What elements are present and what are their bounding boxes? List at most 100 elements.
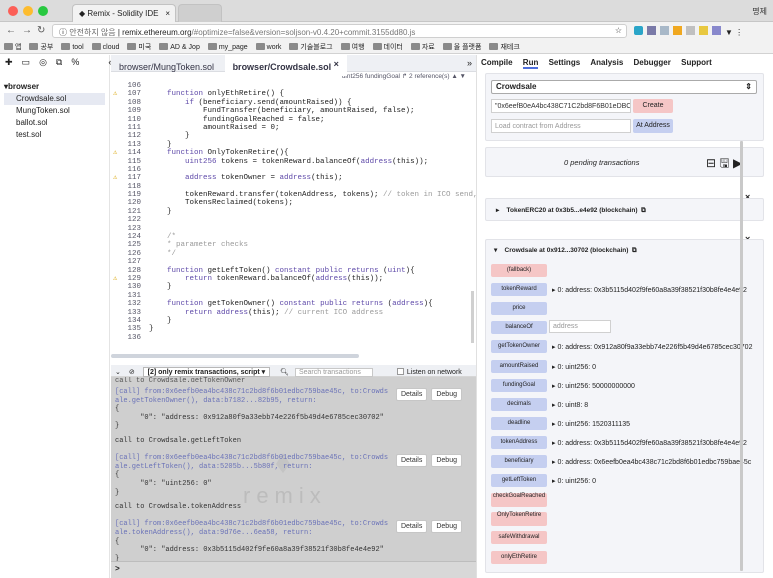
url-field[interactable]: ⓘ 안전하지 않음 | remix.ethereum.org/#optimize… — [52, 24, 627, 38]
debug-button[interactable]: Debug — [431, 388, 462, 401]
back-icon[interactable]: ← — [6, 25, 16, 36]
function-button-tokenreward[interactable]: tokenReward — [491, 283, 547, 297]
clear-console-icon[interactable]: ⊘ — [129, 369, 135, 376]
extension-icons[interactable]: ▼ ⋮ — [634, 26, 743, 37]
warning-icon[interactable]: ⚠ — [113, 149, 117, 157]
run-panel-scrollbar[interactable] — [740, 141, 743, 571]
constructor-args-input[interactable]: "0x6eefB0eA4bc438C71C2bd8F6B01eDBC7 — [491, 99, 631, 113]
function-button-checkgoalreached[interactable]: checkGoalReached — [491, 493, 547, 508]
new-tab-button[interactable] — [178, 4, 222, 22]
minimize-window-icon[interactable] — [23, 6, 33, 16]
bookmark-label: my_page — [218, 44, 248, 51]
code-text: } — [149, 207, 172, 216]
tab-crowdsale[interactable]: browser/Crowdsale.sol × — [224, 55, 347, 76]
reload-icon[interactable]: ↻ — [37, 25, 45, 36]
bookmark-item[interactable]: my_page — [207, 43, 248, 51]
file-item[interactable]: test.sol — [4, 129, 105, 141]
function-button-balanceof[interactable]: balanceOf — [491, 321, 547, 335]
open-folder-icon[interactable]: ▭ — [22, 57, 31, 67]
save-icon[interactable]: 🖫 — [719, 156, 729, 170]
code-area[interactable]: 106 ⚠ 107 function onlyEthRetire() {108 if… — [111, 82, 518, 342]
file-item[interactable]: MungToken.sol — [4, 105, 105, 117]
function-button-getlefttoken[interactable]: getLeftToken — [491, 474, 547, 488]
at-address-button[interactable]: At Address — [633, 119, 673, 133]
load-address-input[interactable]: Load contract from Address — [491, 119, 631, 133]
function-button-fundinggoal[interactable]: fundingGoal — [491, 378, 547, 392]
transaction-filter-select[interactable]: [2] only remix transactions, script ▾ — [142, 367, 271, 377]
copy-address-icon[interactable]: ⧉ — [641, 207, 646, 214]
debug-button[interactable]: Debug — [431, 520, 462, 534]
add-file-icon[interactable]: ✚ — [5, 57, 13, 67]
function-button-price[interactable]: price — [491, 302, 547, 316]
bookmark-item[interactable]: 공부 — [29, 42, 53, 52]
file-item[interactable]: ballot.sol — [4, 117, 105, 129]
github-icon[interactable]: ◎ — [39, 57, 47, 67]
search-transactions-input[interactable]: Search transactions — [294, 368, 373, 377]
bookmark-star-icon[interactable]: ☆ — [615, 26, 622, 35]
function-button-safewithdrawal[interactable]: safeWithdrawal — [491, 531, 547, 545]
bookmarks-bar: 앱 공부 tool cloud 미국 AD & Jop my_page work 기술블로그 여행… — [0, 40, 773, 54]
tab-settings[interactable]: Settings — [549, 58, 581, 67]
bookmark-item[interactable]: 재테크 — [489, 42, 520, 52]
function-button-onlyethretire[interactable]: onlyEthRetire — [491, 550, 547, 564]
function-button-deadline[interactable]: deadline — [491, 416, 547, 430]
close-window-icon[interactable] — [8, 6, 18, 16]
bookmark-item[interactable]: tool — [61, 43, 84, 51]
vertical-scrollbar[interactable] — [471, 291, 474, 343]
profile-name[interactable]: 명제 — [752, 6, 767, 17]
tab-support[interactable]: Support — [681, 58, 712, 67]
bookmark-item[interactable]: 올 플랫폼 — [442, 42, 481, 52]
function-button-amountraised[interactable]: amountRaised — [491, 359, 547, 373]
bookmark-item[interactable]: 기술블로그 — [289, 42, 333, 52]
bookmark-item[interactable]: 미국 — [127, 42, 151, 52]
function-button-gettokenowner[interactable]: getTokenOwner — [491, 340, 547, 354]
forward-icon[interactable]: → — [22, 25, 32, 36]
details-button[interactable]: Details — [395, 454, 428, 468]
debug-button[interactable]: Debug — [431, 454, 462, 468]
copy-address-icon[interactable]: ⧉ — [632, 247, 637, 254]
details-button[interactable]: Details — [395, 520, 428, 534]
folder-browser[interactable]: ▾browser — [4, 81, 105, 93]
function-button-onlytokenretire[interactable]: OnlyTokenRetire — [491, 512, 547, 527]
browser-tab[interactable]: ◆ Remix - Solidity IDE × — [72, 4, 176, 22]
instance-title[interactable]: ▸ TokenERC20 at 0x3b5...e4e92 (blockchai… — [496, 206, 646, 215]
contract-select[interactable]: Crowdsale ⇕ — [491, 80, 757, 94]
copy-icon[interactable]: ⧉ — [56, 57, 62, 67]
tab-analysis[interactable]: Analysis — [590, 58, 623, 67]
close-tab-icon[interactable]: × — [334, 59, 339, 69]
bookmark-item[interactable]: 앱 — [4, 42, 21, 52]
warning-icon[interactable]: ⚠ — [113, 174, 117, 182]
instance-title[interactable]: ▾ Crowdsale at 0x912...30702 (blockchain… — [494, 246, 637, 255]
bookmark-item[interactable]: work — [255, 43, 281, 51]
clear-instances-icon[interactable]: ⊟ — [706, 156, 716, 170]
bookmark-item[interactable]: cloud — [91, 43, 119, 51]
function-arg-input[interactable]: address — [549, 320, 611, 334]
expand-right-icon[interactable]: » — [467, 58, 472, 68]
terminal-prompt[interactable]: > — [111, 561, 476, 578]
file-item[interactable]: Crowdsale.sol — [4, 93, 105, 105]
link-icon[interactable]: % — [71, 57, 79, 67]
tab-run[interactable]: Run — [522, 58, 539, 69]
details-button[interactable]: Details — [395, 388, 428, 401]
code-line: 130 } — [111, 283, 476, 291]
function-button-decimals[interactable]: decimals — [491, 397, 547, 411]
bookmark-item[interactable]: 데이터 — [372, 42, 403, 52]
tab-mungtoken[interactable]: browser/MungToken.sol — [111, 58, 222, 76]
close-tab-icon[interactable]: × — [165, 9, 170, 18]
collapse-terminal-icon[interactable]: ⌄ — [115, 369, 121, 376]
bookmark-item[interactable]: AD & Jop — [159, 43, 200, 51]
bookmark-item[interactable]: 자료 — [410, 42, 435, 52]
warning-icon[interactable]: ⚠ — [113, 275, 117, 283]
create-button[interactable]: Create — [633, 99, 673, 113]
function-button-tokenaddress[interactable]: tokenAddress — [491, 435, 547, 449]
maximize-window-icon[interactable] — [38, 6, 48, 16]
horizontal-scrollbar[interactable] — [111, 354, 359, 358]
listen-network-checkbox[interactable] — [396, 368, 404, 375]
warning-icon[interactable]: ⚠ — [113, 90, 117, 98]
tab-debugger[interactable]: Debugger — [634, 58, 671, 67]
bookmark-item[interactable]: 여행 — [340, 42, 365, 52]
record-controls[interactable]: ⊟ 🖫 ▶ — [706, 154, 742, 175]
function-button-beneficiary[interactable]: beneficiary — [491, 455, 547, 468]
tab-compile[interactable]: Compile — [481, 58, 513, 67]
function-button-fallback[interactable]: (fallback) — [491, 264, 547, 277]
